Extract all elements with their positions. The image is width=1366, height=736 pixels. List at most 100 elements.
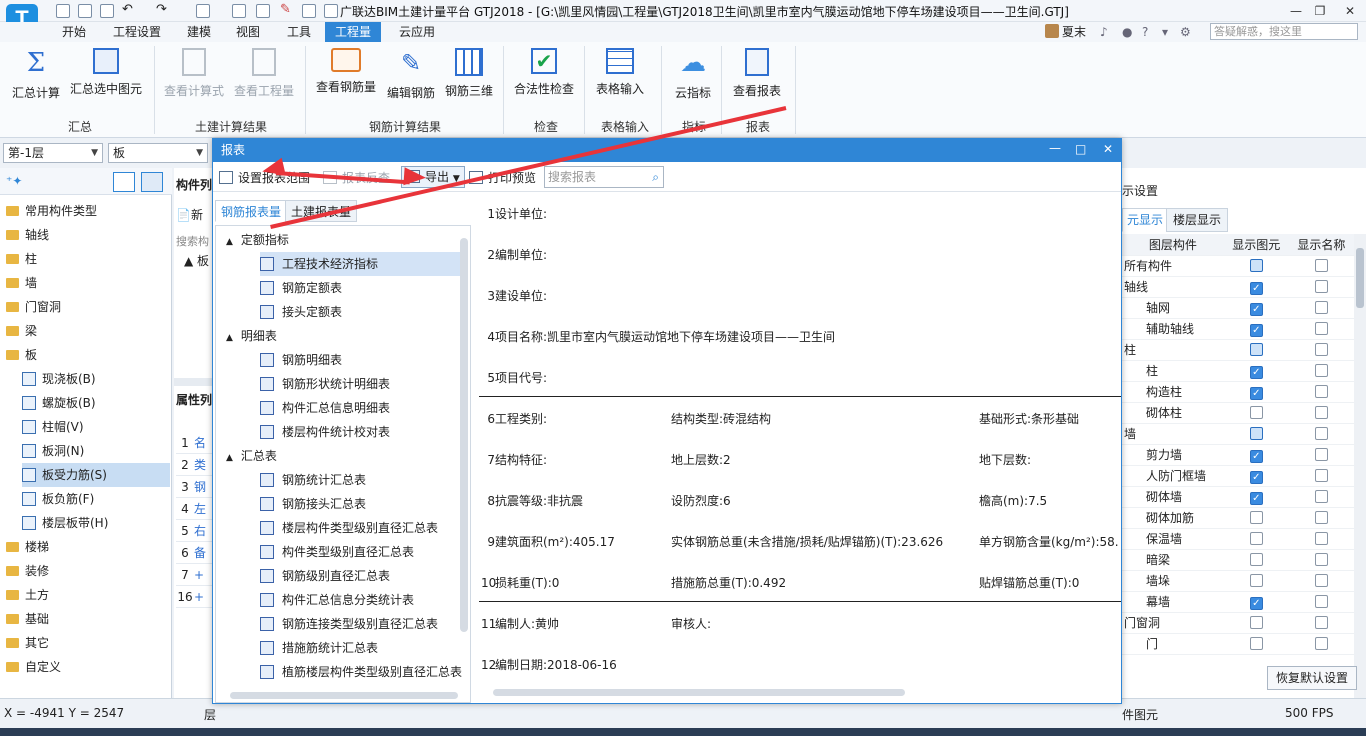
table-input-button[interactable]: 表格输入 [592,48,648,97]
property-row[interactable]: 1名 [176,432,214,454]
layer-row[interactable]: 柱 ✓ [1122,360,1354,382]
checkbox[interactable]: ✓ [1249,450,1263,463]
layer-row[interactable]: 砌体墙 ✓ [1122,486,1354,508]
menu-project-settings[interactable]: 工程设置 [103,22,171,42]
report-item[interactable]: 钢筋形状统计明细表 [260,372,396,396]
checkbox[interactable] [1249,510,1263,524]
tree-board-item[interactable]: 板洞(N) [22,439,84,463]
layer-row[interactable]: 辅助轴线 ✓ [1122,318,1354,340]
table-icon[interactable] [324,4,338,18]
delete-icon[interactable] [256,4,270,18]
checkbox[interactable]: ✓ [1249,303,1263,316]
settings-icon[interactable]: ⚙ [1180,22,1191,42]
report-item[interactable]: 楼层构件类型级别直径汇总表 [260,516,444,540]
layer-row[interactable]: 墙垛 [1122,570,1354,592]
sum-calc-button[interactable]: Σ 汇总计算 [10,48,62,101]
rebar-3d-button[interactable]: 钢筋三维 [442,48,496,99]
menu-view[interactable]: 视图 [226,22,270,42]
checkbox[interactable] [1314,300,1328,314]
tree-board-item[interactable]: 柱帽(V) [22,415,84,439]
checkbox[interactable] [1249,531,1263,545]
report-dialog-titlebar[interactable]: 报表 [213,139,1121,162]
tile-view-icon[interactable] [141,172,163,192]
report-item[interactable]: 钢筋明细表 [260,348,348,372]
report-item[interactable]: 措施筋统计汇总表 [260,636,384,660]
tree-category[interactable]: 土方 [6,584,49,606]
tree-category[interactable]: 楼梯 [6,536,49,558]
tree-category[interactable]: 轴线 [6,224,49,246]
floor-select[interactable]: 第-1层 ▼ [3,143,103,163]
checkbox[interactable] [1249,573,1263,587]
checkbox[interactable] [1314,531,1328,545]
tree-category[interactable]: 板 [6,344,37,366]
component-type-select[interactable]: 板 ▼ [108,143,208,163]
cloud-index-button[interactable]: ☁ 云指标 [670,48,716,101]
view-rebar-button[interactable]: 查看钢筋量 [314,48,378,95]
checkbox[interactable] [1249,615,1263,629]
checkbox[interactable] [1314,258,1328,272]
report-item[interactable]: 构件汇总信息分类统计表 [260,588,420,612]
checkbox[interactable]: ✓ [1249,282,1263,295]
view-formula-button[interactable]: 查看计算式 [162,48,226,99]
property-row[interactable]: 7 + [176,564,214,586]
checkbox[interactable] [1314,510,1328,524]
tree-board-item[interactable]: 楼层板带(H) [22,511,108,535]
checkbox[interactable] [1249,405,1263,419]
property-row[interactable]: 5右 [176,520,214,542]
checkbox[interactable] [1314,321,1328,335]
scrollbar[interactable] [230,692,458,699]
checkbox[interactable]: ✓ [1249,597,1263,610]
close-icon[interactable]: ✕ [1103,142,1113,156]
tab-rebar-report[interactable]: 钢筋报表量 [215,200,288,222]
property-row[interactable]: 3钢 [176,476,214,498]
property-row[interactable]: 4左 [176,498,214,520]
pen-icon[interactable]: ✎ [280,2,291,17]
layer-row[interactable]: 暗梁 [1122,549,1354,571]
layer-row[interactable]: 柱 [1122,339,1354,361]
report-item[interactable]: 构件汇总信息明细表 [260,396,396,420]
checkbox[interactable]: ✓ [1249,492,1263,505]
checkbox[interactable]: ✓ [1249,366,1263,379]
report-item[interactable]: 钢筋统计汇总表 [260,468,372,492]
checkbox[interactable] [1314,468,1328,482]
checkbox[interactable] [1314,636,1328,650]
new-file-icon[interactable] [78,4,92,18]
sum-selected-button[interactable]: 汇总选中图元 [68,48,144,97]
maximize-icon[interactable]: □ [1075,142,1086,156]
checkbox[interactable] [1314,489,1328,503]
menu-modeling[interactable]: 建模 [177,22,221,42]
report-item[interactable]: 接头定额表 [260,300,348,324]
layer-row[interactable]: 墙 [1122,423,1354,445]
chevron-down-icon[interactable]: ▾ [1162,22,1168,42]
report-item[interactable]: 构件类型级别直径汇总表 [260,540,420,564]
report-item[interactable]: 楼层构件统计校对表 [260,420,396,444]
select-icon[interactable] [196,4,210,18]
expand-all-icon[interactable]: ⁺✦ [6,174,22,188]
report-group[interactable]: ▲ 定额指标 [226,228,289,252]
property-row[interactable]: 6备 [176,542,214,564]
tree-category[interactable]: 自定义 [6,656,61,678]
report-item[interactable]: 植筋楼层构件类型级别直径汇总表 [260,660,468,684]
tab-floor-display[interactable]: 楼层显示 [1166,208,1229,232]
view-report-button[interactable]: 查看报表 [728,48,786,99]
menu-cloud[interactable]: 云应用 [389,22,445,42]
help-search-input[interactable]: 答疑解惑，搜这里 [1210,23,1358,40]
layer-row[interactable]: 剪力墙 ✓ [1122,444,1354,466]
report-group[interactable]: ▲ 汇总表 [226,444,277,468]
bell-icon[interactable]: ♪ [1100,22,1108,42]
checkbox[interactable] [1314,384,1328,398]
tree-category[interactable]: 门窗洞 [6,296,61,318]
checkbox[interactable]: ✓ [1249,324,1263,337]
report-search-input[interactable]: 搜索报表 ⌕ [544,166,664,188]
report-group[interactable]: ▲ 明细表 [226,324,277,348]
layer-row[interactable]: 人防门框墙 ✓ [1122,465,1354,487]
tree-category[interactable]: 常用构件类型 [6,200,97,222]
minimize-icon[interactable]: — [1049,141,1061,155]
checkbox[interactable] [1314,573,1328,587]
component-tree-node[interactable]: ▲ 板 [184,252,209,269]
report-item[interactable]: 钢筋接头汇总表 [260,492,372,516]
checkbox[interactable] [1314,279,1328,293]
grid-icon[interactable] [302,4,316,18]
help-icon[interactable]: ? [1142,22,1148,42]
tree-category[interactable]: 基础 [6,608,49,630]
